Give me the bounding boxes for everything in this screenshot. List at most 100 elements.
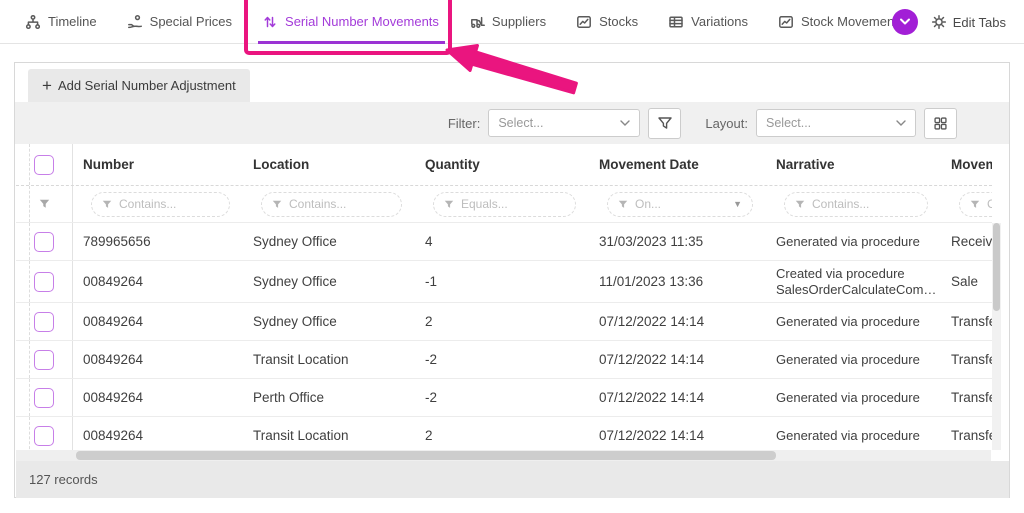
horizontal-scrollbar-thumb[interactable] <box>76 451 776 460</box>
row-checkbox[interactable] <box>34 311 54 332</box>
line-chart-icon <box>576 14 592 30</box>
filter-input-location[interactable]: Contains... <box>261 191 402 217</box>
cell-location: Sydney Office <box>253 234 337 249</box>
cell-movement-date: 07/12/2022 14:14 <box>599 428 705 443</box>
cell-narrative: Generated via procedure <box>776 313 920 329</box>
column-header-movement-type[interactable]: Movement Type <box>941 144 992 185</box>
edit-tabs-button[interactable]: Edit Tabs <box>931 14 1006 30</box>
layout-select[interactable]: Select... <box>756 109 916 137</box>
cell-quantity: 2 <box>425 428 433 443</box>
table-row[interactable]: 00849264 Perth Office -2 07/12/2022 14:1… <box>16 379 992 417</box>
narrative-line2: SalesOrderCalculateCommitt... <box>776 281 941 297</box>
tab-variations[interactable]: Variations <box>668 0 748 44</box>
forklift-icon <box>469 14 485 30</box>
cell-movement-type: Transfer <box>951 352 992 367</box>
cell-number: 00849264 <box>83 390 144 405</box>
funnel-icon <box>657 116 673 131</box>
filter-input-number[interactable]: Contains... <box>91 191 230 217</box>
tab-timeline[interactable]: Timeline <box>25 0 97 44</box>
horizontal-scrollbar[interactable] <box>16 450 991 461</box>
tab-label: Suppliers <box>491 14 547 29</box>
column-header-quantity[interactable]: Quantity <box>415 144 589 185</box>
tab-bar: Timeline Special Prices Serial Number Mo… <box>0 0 1024 55</box>
cell-movement-date: 07/12/2022 14:14 <box>599 390 705 405</box>
cell-location: Perth Office <box>253 390 325 405</box>
cell-quantity: -2 <box>425 352 438 367</box>
tab-label: Stocks <box>599 14 639 29</box>
sort-arrows-icon <box>262 14 278 30</box>
funnel-icon[interactable] <box>39 199 50 209</box>
filter-input-narrative[interactable]: Contains... <box>784 191 928 217</box>
filter-select[interactable]: Select... <box>488 109 641 137</box>
cell-narrative: Generated via procedure <box>776 351 920 367</box>
apply-filter-button[interactable] <box>648 107 682 139</box>
tab-stocks[interactable]: Stocks <box>576 0 638 44</box>
cell-movement-date: 31/03/2023 11:35 <box>599 234 704 249</box>
row-checkbox[interactable] <box>34 231 54 252</box>
row-checkbox[interactable] <box>34 349 54 370</box>
vertical-scrollbar[interactable] <box>992 223 1001 450</box>
filter-placeholder: Contains... <box>812 197 870 211</box>
grid-filter-row: Contains... Contains... Equals... On... … <box>16 186 992 223</box>
vertical-scrollbar-thumb[interactable] <box>993 223 1000 311</box>
tab-suppliers[interactable]: Suppliers <box>469 0 546 44</box>
cell-number: 00849264 <box>83 314 144 329</box>
chevron-down-icon <box>899 18 911 26</box>
filter-label: Filter: <box>447 115 481 131</box>
add-button-label: Add Serial Number Adjustment <box>57 78 236 93</box>
row-checkbox[interactable] <box>34 387 54 408</box>
filter-select-value: Select... <box>498 116 544 130</box>
filter-placeholder: On... <box>635 197 662 211</box>
cell-narrative: Generated via procedure <box>776 233 920 249</box>
layout-label: Layout: <box>705 115 748 131</box>
edit-tabs-label: Edit Tabs <box>952 14 1006 30</box>
grid-squares-icon <box>933 116 948 131</box>
table-row[interactable]: 00849264 Transit Location -2 07/12/2022 … <box>16 341 992 379</box>
row-checkbox[interactable] <box>34 425 54 446</box>
filter-input-movement-date[interactable]: On... ▼ <box>607 191 753 217</box>
cell-movement-date: 07/12/2022 14:14 <box>599 352 705 367</box>
tab-overflow-button[interactable] <box>891 9 918 35</box>
filter-input-movement-type[interactable]: Contains... <box>959 191 992 217</box>
filter-placeholder: Contains... <box>289 197 347 211</box>
layout-grid-button[interactable] <box>924 107 957 139</box>
cell-number: 00849264 <box>83 352 144 367</box>
tab-special-prices[interactable]: Special Prices <box>127 0 232 44</box>
line-chart-icon <box>778 14 794 30</box>
cell-number: 00849264 <box>83 274 144 289</box>
row-checkbox[interactable] <box>34 271 54 292</box>
cell-movement-date: 07/12/2022 14:14 <box>599 314 705 329</box>
table-row[interactable]: 00849264 Sydney Office -1 11/01/2023 13:… <box>16 261 992 303</box>
filter-placeholder: Equals... <box>461 197 508 211</box>
cell-narrative: Generated via procedure <box>776 427 920 443</box>
column-header-movement-date[interactable]: Movement Date <box>589 144 766 185</box>
select-all-checkbox[interactable] <box>34 154 54 175</box>
layout-select-value: Select... <box>766 116 812 130</box>
column-header-location[interactable]: Location <box>243 144 415 185</box>
grid-header-row: Number Location Quantity Movement Date N… <box>16 144 992 186</box>
cell-movement-type: Transfer <box>951 390 992 405</box>
cell-movement-type: Sale <box>951 274 979 289</box>
chevron-down-icon <box>896 120 906 126</box>
funnel-icon <box>444 200 454 209</box>
cell-movement-type: Received <box>951 234 992 249</box>
tab-label: Serial Number Movements <box>285 14 439 29</box>
tab-stock-movements[interactable]: Stock Movements <box>778 0 904 44</box>
table-row[interactable]: 00849264 Transit Location 2 07/12/2022 1… <box>16 417 992 450</box>
column-header-number[interactable]: Number <box>73 144 243 185</box>
funnel-icon <box>795 200 805 209</box>
cell-number: 789965656 <box>83 234 151 249</box>
hand-coin-icon <box>127 14 143 30</box>
tab-label: Timeline <box>48 14 97 29</box>
table-row[interactable]: 00849264 Sydney Office 2 07/12/2022 14:1… <box>16 303 992 341</box>
table-row[interactable]: 789965656 Sydney Office 4 31/03/2023 11:… <box>16 223 992 261</box>
cell-number: 00849264 <box>83 428 144 443</box>
funnel-icon <box>618 200 628 209</box>
add-serial-number-adjustment-button[interactable]: + Add Serial Number Adjustment <box>28 69 250 102</box>
filter-input-quantity[interactable]: Equals... <box>433 191 576 217</box>
filter-placeholder: Contains... <box>987 197 992 211</box>
sitemap-icon <box>25 14 41 30</box>
column-header-narrative[interactable]: Narrative <box>766 144 941 185</box>
funnel-icon <box>102 200 112 209</box>
tab-serial-number-movements[interactable]: Serial Number Movements <box>244 0 452 55</box>
